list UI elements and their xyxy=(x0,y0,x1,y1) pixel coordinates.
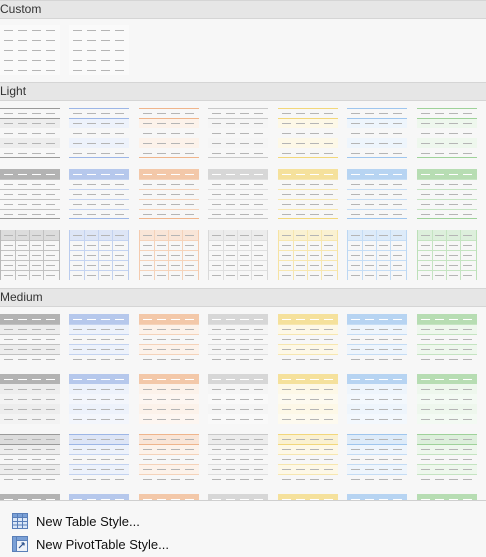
light-style-3-1[interactable] xyxy=(0,230,60,280)
medium-style-2-1[interactable] xyxy=(0,374,60,424)
light-style-2-3[interactable] xyxy=(139,169,199,219)
section-title-medium: Medium xyxy=(0,290,43,304)
table-styles-gallery: Custom Light Medium New Table Style... N… xyxy=(0,0,486,557)
medium-style-1-5[interactable] xyxy=(278,314,338,364)
medium-style-2-4[interactable] xyxy=(208,374,268,424)
light-style-1-6[interactable] xyxy=(347,108,407,158)
medium-style-2-2[interactable] xyxy=(69,374,129,424)
light-style-2-7[interactable] xyxy=(417,169,477,219)
light-style-2-5[interactable] xyxy=(278,169,338,219)
medium-style-3-4[interactable] xyxy=(208,434,268,484)
light-style-3-2[interactable] xyxy=(69,230,129,280)
table-icon xyxy=(12,513,28,529)
light-style-2-1[interactable] xyxy=(0,169,60,219)
new-table-style-item[interactable]: New Table Style... xyxy=(12,510,140,532)
medium-style-1-4[interactable] xyxy=(208,314,268,364)
medium-style-1-2[interactable] xyxy=(69,314,129,364)
medium-style-2-3[interactable] xyxy=(139,374,199,424)
medium-style-1-7[interactable] xyxy=(417,314,477,364)
medium-style-2-5[interactable] xyxy=(278,374,338,424)
section-title-light: Light xyxy=(0,84,27,98)
medium-style-1-3[interactable] xyxy=(139,314,199,364)
light-style-1-3[interactable] xyxy=(139,108,199,158)
medium-style-3-1[interactable] xyxy=(0,434,60,484)
light-style-3-5[interactable] xyxy=(278,230,338,280)
new-pivot-table-style-label: New PivotTable Style... xyxy=(36,536,169,552)
section-header-custom: Custom xyxy=(0,0,486,19)
medium-style-3-6[interactable] xyxy=(347,434,407,484)
light-style-1-7[interactable] xyxy=(417,108,477,158)
section-header-light: Light xyxy=(0,82,486,101)
medium-style-3-3[interactable] xyxy=(139,434,199,484)
medium-style-1-1[interactable] xyxy=(0,314,60,364)
light-style-2-4[interactable] xyxy=(208,169,268,219)
custom-style-1[interactable] xyxy=(0,25,60,75)
medium-style-3-2[interactable] xyxy=(69,434,129,484)
section-header-medium: Medium xyxy=(0,288,486,307)
light-style-2-2[interactable] xyxy=(69,169,129,219)
light-style-2-6[interactable] xyxy=(347,169,407,219)
custom-style-2[interactable] xyxy=(69,25,129,75)
light-style-1-1[interactable] xyxy=(0,108,60,158)
new-pivot-table-style-item[interactable]: New PivotTable Style... xyxy=(12,533,169,555)
new-table-style-label: New Table Style... xyxy=(36,513,140,529)
pivot-table-icon xyxy=(12,536,28,552)
medium-style-1-6[interactable] xyxy=(347,314,407,364)
medium-style-3-5[interactable] xyxy=(278,434,338,484)
light-style-1-4[interactable] xyxy=(208,108,268,158)
light-style-1-5[interactable] xyxy=(278,108,338,158)
light-style-3-7[interactable] xyxy=(417,230,477,280)
gallery-footer: New Table Style... New PivotTable Style.… xyxy=(0,500,486,557)
medium-style-2-6[interactable] xyxy=(347,374,407,424)
medium-style-2-7[interactable] xyxy=(417,374,477,424)
light-style-3-4[interactable] xyxy=(208,230,268,280)
light-style-3-6[interactable] xyxy=(347,230,407,280)
light-style-1-2[interactable] xyxy=(69,108,129,158)
section-title-custom: Custom xyxy=(0,2,42,16)
light-style-3-3[interactable] xyxy=(139,230,199,280)
styles-scroll-area[interactable]: Custom Light Medium xyxy=(0,0,486,500)
medium-style-3-7[interactable] xyxy=(417,434,477,484)
